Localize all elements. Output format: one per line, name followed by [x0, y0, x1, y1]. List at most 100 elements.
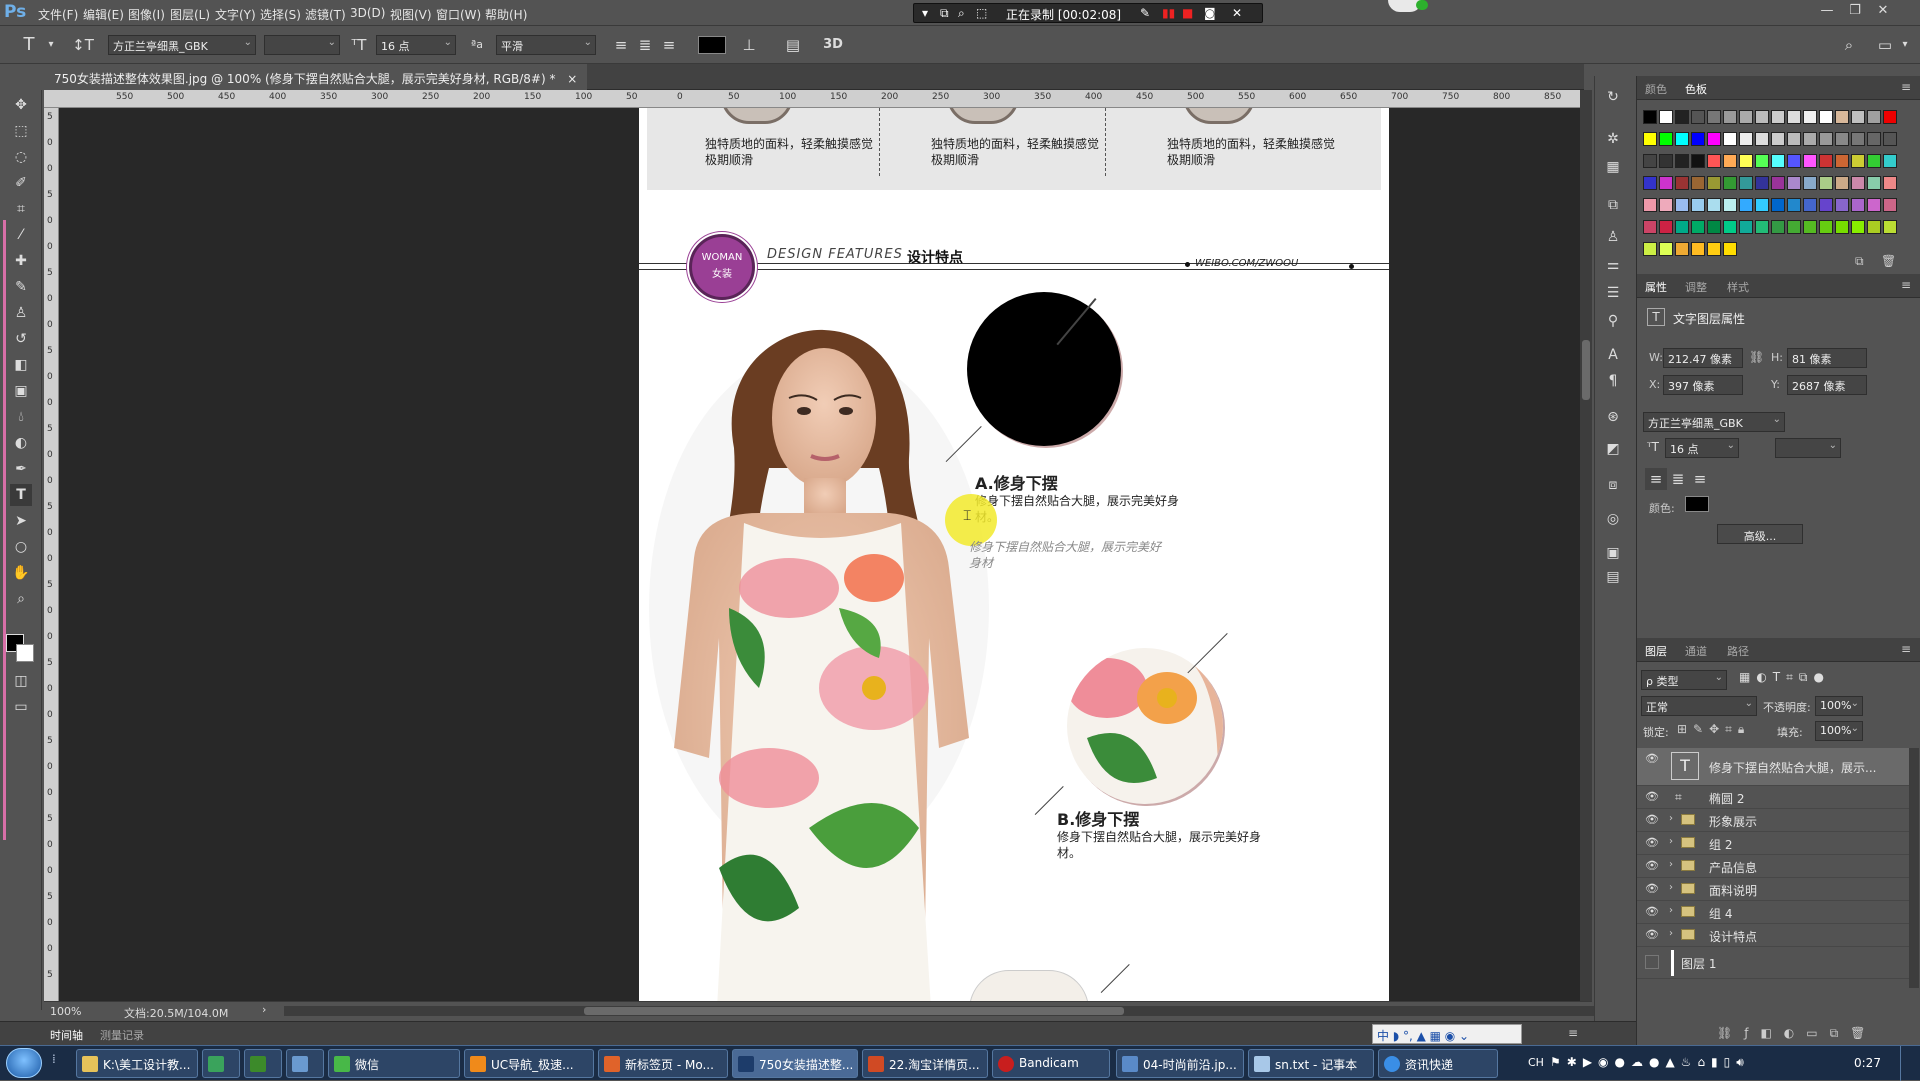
task-news[interactable]: 资讯快递 [1378, 1049, 1498, 1078]
color-swatch[interactable] [1867, 198, 1881, 212]
vertical-scrollbar[interactable] [1580, 90, 1592, 1001]
menu-type[interactable]: 文字(Y) [215, 6, 256, 23]
menu-filter[interactable]: 滤镜(T) [305, 6, 346, 23]
color-swatch[interactable] [1835, 154, 1849, 168]
text-color-swatch[interactable] [698, 36, 726, 54]
color-swatch[interactable] [1691, 110, 1705, 124]
color-swatch[interactable] [1643, 220, 1657, 234]
swatch-grid[interactable] [1643, 110, 1903, 256]
color-swatch[interactable] [1659, 220, 1673, 234]
window-icon[interactable]: ⧉ [940, 6, 949, 21]
font-style-select[interactable]: ⌄ [264, 35, 340, 55]
color-swatch[interactable] [1691, 132, 1705, 146]
font-family-select[interactable]: 方正兰亭细黑_GBK ⌄ [108, 35, 256, 55]
color-swatch[interactable] [1707, 198, 1721, 212]
menu-file[interactable]: 文件(F) [38, 6, 78, 23]
properties-align-center-icon[interactable]: ≣ [1667, 468, 1689, 490]
color-swatch[interactable] [1803, 198, 1817, 212]
color-swatch[interactable] [1675, 110, 1689, 124]
adjust-icon[interactable]: ⚌ [1602, 254, 1624, 276]
start-button[interactable] [6, 1048, 42, 1078]
task-dreamweaver[interactable] [244, 1049, 282, 1078]
visibility-toggle-empty[interactable] [1645, 955, 1659, 969]
color-swatch[interactable] [1755, 198, 1769, 212]
status-menu-chevron-icon[interactable]: › [262, 1003, 266, 1016]
task-image-viewer[interactable]: 04-时尚前沿.jp... [1116, 1049, 1244, 1078]
screen-mode-icon[interactable]: ▭ [10, 696, 32, 718]
pen-tool-icon[interactable]: ✒ [10, 458, 32, 480]
ellipse-tool-icon[interactable]: ○ [10, 536, 32, 558]
antialias-select[interactable]: 平滑 ⌄ [496, 35, 596, 55]
clock[interactable]: 0:27 [1854, 1056, 1881, 1070]
pause-icon[interactable]: ▮▮ [1162, 6, 1175, 20]
color-swatch[interactable] [1659, 132, 1673, 146]
color-swatch[interactable] [1835, 132, 1849, 146]
expand-arrow-icon[interactable]: › [1669, 928, 1673, 939]
dodge-tool-icon[interactable]: ◐ [10, 432, 32, 454]
color-swatch[interactable] [1707, 132, 1721, 146]
tool-presets-icon[interactable]: ♙ [1602, 226, 1624, 248]
character-panel-icon[interactable]: ▤ [782, 34, 804, 56]
color-swatch[interactable] [1643, 198, 1657, 212]
align-icon[interactable]: ☰ [1602, 282, 1624, 304]
eraser-tool-icon[interactable]: ◧ [10, 354, 32, 376]
layer-row-background[interactable]: 图层 1 [1637, 947, 1909, 979]
tab-channels[interactable]: 通道 [1685, 643, 1707, 659]
color-swatch[interactable] [1723, 110, 1737, 124]
color-swatch[interactable] [1851, 176, 1865, 190]
color-swatch[interactable] [1867, 132, 1881, 146]
color-swatch[interactable] [1883, 220, 1897, 234]
canvas-area[interactable]: 独特质地的面料，轻柔触摸感觉极期顺滑 独特质地的面料，轻柔触摸感觉极期顺滑 独特… [59, 108, 1580, 1001]
color-swatch[interactable] [1771, 220, 1785, 234]
color-swatch[interactable] [1643, 132, 1657, 146]
gradient-tool-icon[interactable]: ▣ [10, 380, 32, 402]
layer-row-group[interactable]: 👁︎ › 产品信息 [1637, 855, 1909, 878]
color-swatch[interactable] [1707, 110, 1721, 124]
color-swatch[interactable] [1771, 154, 1785, 168]
tab-adjustments[interactable]: 调整 [1685, 279, 1707, 295]
color-swatch[interactable] [1675, 198, 1689, 212]
timeline-menu-icon[interactable]: ≡ [1568, 1026, 1578, 1040]
properties-size-select[interactable]: 16 点 ⌄ [1665, 438, 1739, 458]
close-icon[interactable]: ✕ [1232, 6, 1242, 20]
close-tab-icon[interactable]: × [567, 72, 577, 86]
layers-menu-icon[interactable]: ≡ [1901, 642, 1911, 656]
blur-tool-icon[interactable]: 💧︎ [10, 406, 32, 428]
pencil-icon[interactable]: ✎ [1140, 6, 1150, 20]
color-swatch[interactable] [1739, 198, 1753, 212]
path-selection-tool-icon[interactable]: ➤ [10, 510, 32, 532]
brush-tool-icon[interactable]: ✎ [10, 276, 32, 298]
color-swatch[interactable] [1659, 242, 1673, 256]
character-icon[interactable]: A [1602, 344, 1624, 366]
advanced-button[interactable]: 高级... [1717, 524, 1803, 544]
color-swatch[interactable] [1803, 176, 1817, 190]
color-swatch[interactable] [1819, 198, 1833, 212]
glyph-icon[interactable]: ◩ [1602, 438, 1624, 460]
stamp-icon[interactable]: ⚲ [1602, 310, 1624, 332]
color-swatch[interactable] [1723, 198, 1737, 212]
color-swatch[interactable] [1675, 220, 1689, 234]
color-swatch[interactable] [1739, 110, 1753, 124]
task-firefox[interactable]: 新标签页 - Mo... [598, 1049, 728, 1078]
language-indicator[interactable]: CH [1528, 1056, 1544, 1069]
visibility-eye-icon[interactable]: 👁︎ [1645, 928, 1659, 942]
color-swatch[interactable] [1675, 242, 1689, 256]
region-icon[interactable]: ⬚ [976, 6, 987, 20]
layer-row-group[interactable]: 👁︎ › 设计特点 [1637, 924, 1909, 947]
document-canvas[interactable]: 独特质地的面料，轻柔触摸感觉极期顺滑 独特质地的面料，轻柔触摸感觉极期顺滑 独特… [639, 108, 1389, 1001]
close-window-icon[interactable]: ✕ [1872, 3, 1894, 21]
properties-color-swatch[interactable] [1685, 496, 1709, 512]
info-icon[interactable]: ▤ [1602, 566, 1624, 588]
color-swatch[interactable] [1771, 198, 1785, 212]
color-swatch[interactable] [1851, 198, 1865, 212]
layer-row-group[interactable]: 👁︎ › 面料说明 [1637, 878, 1909, 901]
task-explorer[interactable]: K:\美工设计教... [76, 1049, 198, 1078]
clone-stamp-tool-icon[interactable]: ♙ [10, 302, 32, 324]
color-swatch[interactable] [1819, 110, 1833, 124]
visibility-eye-icon[interactable]: 👁︎ [1645, 859, 1659, 873]
layers-footer-icons[interactable]: ⛓ƒ◧◐▭⧉🗑︎ [1717, 1026, 1877, 1041]
layer-comps-icon[interactable]: ⧈ [1602, 474, 1624, 496]
color-swatch[interactable] [1787, 220, 1801, 234]
marquee-tool-icon[interactable]: ⬚ [10, 120, 32, 142]
type-tool-icon[interactable]: T [18, 34, 40, 56]
